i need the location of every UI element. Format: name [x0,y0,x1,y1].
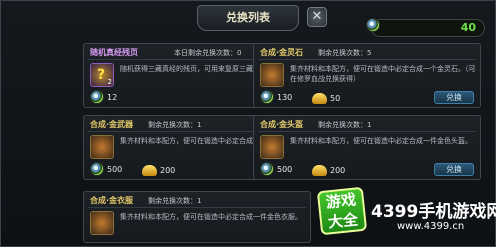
jade-coin-icon [90,162,104,176]
recipe-scroll-icon [260,63,284,87]
cost-value: 200 [330,166,346,175]
card-title: 合成·金衣服 [90,196,134,205]
exchange-button[interactable]: 兑换 [434,91,474,104]
window-title: 兑换列表 [197,5,299,31]
cost-value: 200 [160,166,176,175]
divider [258,59,476,60]
remaining-count: 本日剩余兑换次数：0 [174,49,242,57]
exchange-card: 合成·金衣服 剩余兑换次数：1 集齐材料和本配方，便可在锻造中必定合成一件金色衣… [83,191,311,243]
close-button[interactable]: ✕ [307,7,327,27]
jade-coin-icon [90,90,104,104]
item-count-badge: 2 [107,78,112,86]
divider [258,131,476,132]
jade-coin-icon [260,162,274,176]
card-description: 集齐材料和本配方，便可在锻造中必定合成一件金色头盔。 [290,137,472,145]
watermark-logo-line2: 大全 [327,210,359,232]
card-description: 集齐材料和本配方，便可在锻造中必定合成一个金灵石。（可在修罗血战兑换获得） [290,65,476,83]
cost-ingot: 50 [312,93,340,104]
cost-jade: 500 [90,162,122,176]
currency-value: 40 [460,21,476,34]
watermark-url: www.4399.cn [397,221,465,232]
exchange-window: 兑换列表 ✕ 40 随机真经残页 本日剩余兑换次数：0 ? 2 随机获得三藏真经… [0,0,496,247]
currency-display: 40 [366,18,485,37]
site-watermark: 游戏 大全 4399手机游戏网 www.4399.cn [316,186,496,247]
exchange-card: 合成·金灵石 剩余兑换次数：5 集齐材料和本配方，便可在锻造中必定合成一个金灵石… [253,43,481,108]
recipe-scroll-icon [90,135,114,159]
gold-ingot-icon [312,165,327,176]
exchange-button[interactable]: 兑换 [434,163,474,176]
remaining-count: 剩余兑换次数：1 [318,121,372,129]
recipe-scroll-icon [90,211,114,235]
gold-ingot-icon [312,93,327,104]
cost-value: 500 [277,164,293,174]
remaining-count: 剩余兑换次数：1 [148,197,202,205]
cost-jade: 130 [260,90,292,104]
card-title: 合成·金头盔 [260,120,304,129]
cost-value: 130 [277,92,293,102]
gold-ingot-icon [142,165,157,176]
remaining-count: 剩余兑换次数：1 [148,121,202,129]
cost-jade: 12 [90,90,117,104]
jade-coin-icon [260,90,274,104]
card-title: 随机真经残页 [90,48,138,57]
cost-ingot: 200 [312,165,345,176]
remaining-count: 剩余兑换次数：5 [318,49,372,57]
watermark-logo: 游戏 大全 [316,186,368,236]
card-title: 合成·金灵石 [260,48,304,57]
card-title: 合成·金武器 [90,120,134,129]
divider [88,207,306,208]
jade-coin-icon [366,18,380,32]
cost-value: 500 [107,164,123,174]
cost-value: 12 [107,92,118,102]
cost-value: 50 [330,94,341,103]
cost-ingot: 200 [142,165,175,176]
card-description: 集齐材料和本配方，便可在锻造中必定合成一件金色衣服。 [120,213,302,221]
exchange-card: 合成·金头盔 剩余兑换次数：1 集齐材料和本配方，便可在锻造中必定合成一件金色头… [253,115,481,180]
mystery-page-icon: ? 2 [90,63,114,87]
recipe-scroll-icon [260,135,284,159]
watermark-text: 4399手机游戏网 [371,202,496,222]
cost-jade: 500 [260,162,292,176]
